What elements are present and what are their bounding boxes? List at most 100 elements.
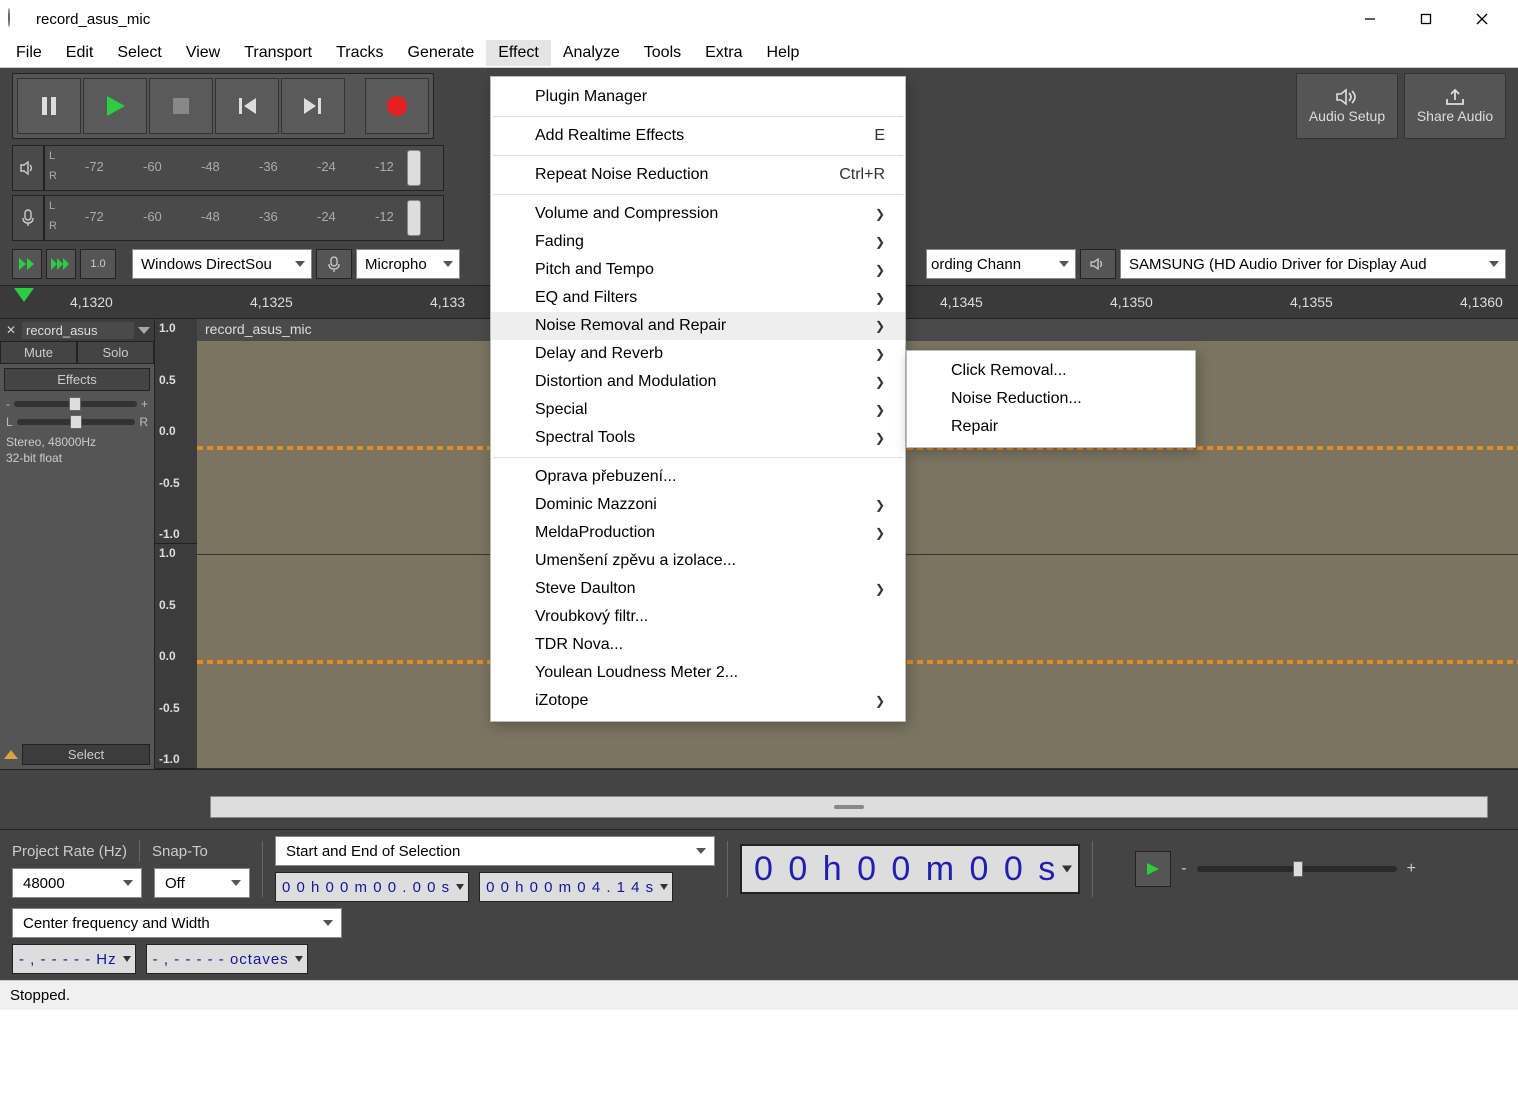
effect-menu-item[interactable]: Volume and Compression❯ [491,200,905,228]
selection-mode-select[interactable]: Start and End of Selection [275,836,715,866]
mute-button[interactable]: Mute [0,341,77,364]
octaves-box[interactable]: - , - - - - - octaves [146,944,308,974]
share-audio-button[interactable]: Share Audio [1404,73,1506,139]
menu-item-label: Umenšení zpěvu a izolace... [535,552,736,570]
menu-view[interactable]: View [174,40,232,66]
pan-l-label: L [6,415,13,429]
playhead-icon[interactable] [14,288,34,302]
track-select-button[interactable]: Select [22,744,150,765]
horizontal-scrollbar[interactable] [210,796,1488,818]
track-header[interactable]: ✕ record_asus [0,319,154,341]
effect-menu-item[interactable]: Dominic Mazzoni❯ [491,491,905,519]
effect-menu-item[interactable]: Pitch and Tempo❯ [491,256,905,284]
selection-start-time[interactable]: 0 0 h 0 0 m 0 0 . 0 0 s [275,872,469,902]
effect-menu-item[interactable]: Plugin Manager [491,83,905,111]
submenu-item[interactable]: Noise Reduction... [907,385,1195,413]
submenu-arrow-icon: ❯ [875,694,885,708]
effect-menu-item[interactable]: Steve Daulton❯ [491,575,905,603]
play-device-select[interactable]: SAMSUNG (HD Audio Driver for Display Aud [1120,249,1506,279]
pause-button[interactable] [17,78,81,134]
effect-menu-item[interactable]: Repeat Noise ReductionCtrl+R [491,161,905,189]
transport-group [12,73,434,139]
submenu-arrow-icon: ❯ [875,375,885,389]
playback-speed-slider-bottom[interactable] [1197,866,1397,872]
pan-slider-row: L R [0,413,154,431]
effect-menu-item[interactable]: TDR Nova... [491,631,905,659]
effect-menu-item[interactable]: Umenšení zpěvu a izolace... [491,547,905,575]
menu-generate[interactable]: Generate [396,40,487,66]
menu-help[interactable]: Help [754,40,811,66]
skip-start-button[interactable] [215,78,279,134]
record-meter[interactable]: LR-72-60-48-36-24-12 [44,195,444,241]
play-at-speed-mini[interactable] [1135,851,1171,887]
effect-menu-item[interactable]: Youlean Loudness Meter 2... [491,659,905,687]
amplitude-label: 0.0 [159,424,193,438]
audio-host-select[interactable]: Windows DirectSou [132,249,312,279]
menu-effect[interactable]: Effect [486,40,551,66]
menu-tools[interactable]: Tools [632,40,693,66]
rec-device-select[interactable]: Micropho [356,249,460,279]
meter-tick-label: -24 [317,209,336,224]
play-button[interactable] [83,78,147,134]
menu-transport[interactable]: Transport [232,40,324,66]
playback-meter[interactable]: LR-72-60-48-36-24-12 [44,145,444,191]
meter-slider-knob[interactable] [407,200,421,236]
effect-menu-item[interactable]: Add Realtime EffectsE [491,122,905,150]
status-bar: Stopped. [0,980,1518,1010]
close-button[interactable] [1454,1,1510,37]
amplitude-label: -1.0 [159,527,193,541]
menu-analyze[interactable]: Analyze [551,40,632,66]
channel-label: L [49,150,55,162]
pan-slider[interactable] [17,419,136,425]
rec-channels-select[interactable]: ording Chann [926,249,1076,279]
titlebar: record_asus_mic [0,0,1518,38]
effect-menu-item[interactable]: Fading❯ [491,228,905,256]
timeline-tick-label: 4,1350 [1110,294,1153,310]
audio-position-time[interactable]: 0 0 h 0 0 m 0 0 s [740,844,1080,894]
track-collapse-icon[interactable] [4,750,18,759]
submenu-arrow-icon: ❯ [875,403,885,417]
submenu-item[interactable]: Click Removal... [907,357,1195,385]
menu-item-label: MeldaProduction [535,524,655,542]
meter-slider-knob[interactable] [407,150,421,186]
minimize-button[interactable] [1342,1,1398,37]
stop-button[interactable] [149,78,213,134]
effect-menu-item[interactable]: Distortion and Modulation❯ [491,368,905,396]
menu-extra[interactable]: Extra [693,40,754,66]
gain-slider[interactable] [14,401,137,407]
menu-item-label: Youlean Loudness Meter 2... [535,664,738,682]
selection-end-time[interactable]: 0 0 h 0 0 m 0 4 . 1 4 s [479,872,673,902]
project-rate-select[interactable]: 48000 [12,868,142,898]
effect-menu-item[interactable]: iZotope❯ [491,687,905,715]
effect-menu-item[interactable]: Oprava přebuzení... [491,463,905,491]
effect-menu-item[interactable]: Vroubkový filtr... [491,603,905,631]
effect-menu-item[interactable]: Spectral Tools❯ [491,424,905,452]
effect-menu-item[interactable]: Special❯ [491,396,905,424]
play-at-speed-button[interactable] [12,249,42,279]
solo-button[interactable]: Solo [77,341,154,364]
playback-speed-slider[interactable]: 1.0 [80,249,116,279]
track-name[interactable]: record_asus [22,322,134,339]
effect-menu-item[interactable]: MeldaProduction❯ [491,519,905,547]
skip-end-button[interactable] [281,78,345,134]
menu-tracks[interactable]: Tracks [324,40,395,66]
play-cut-preview-button[interactable] [46,249,76,279]
record-button[interactable] [365,78,429,134]
track-close-icon[interactable]: ✕ [4,323,18,337]
frequency-box[interactable]: - , - - - - - Hz [12,944,136,974]
track-menu-chevron-icon[interactable] [138,327,150,334]
playback-meter-icon[interactable] [12,145,44,191]
submenu-item[interactable]: Repair [907,413,1195,441]
menu-file[interactable]: File [4,40,54,66]
record-meter-icon[interactable] [12,195,44,241]
menu-select[interactable]: Select [105,40,173,66]
maximize-button[interactable] [1398,1,1454,37]
menu-edit[interactable]: Edit [54,40,106,66]
track-effects-button[interactable]: Effects [4,368,150,391]
spectral-mode-select[interactable]: Center frequency and Width [12,908,342,938]
effect-menu-item[interactable]: Noise Removal and Repair❯ [491,312,905,340]
snap-to-select[interactable]: Off [154,868,250,898]
audio-setup-button[interactable]: Audio Setup [1296,73,1398,139]
effect-menu-item[interactable]: EQ and Filters❯ [491,284,905,312]
effect-menu-item[interactable]: Delay and Reverb❯ [491,340,905,368]
